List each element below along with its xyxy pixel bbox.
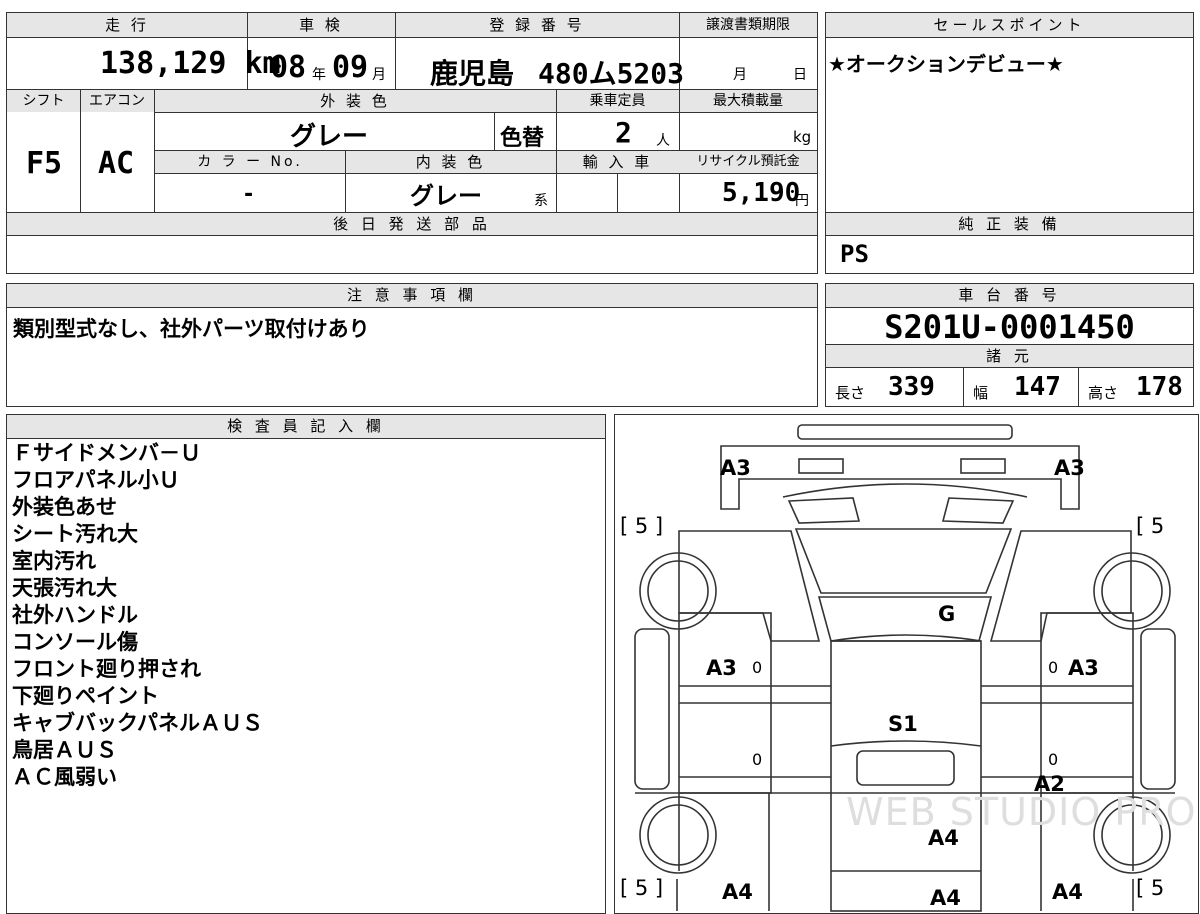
shift-value: F5 (26, 146, 63, 181)
bracket-bottom-right: [ 5 (1136, 876, 1165, 900)
diagram-mark-roof: S1 (888, 712, 918, 736)
diagram-mark-right-side: A2 (1034, 772, 1065, 796)
height-value: 178 (1136, 372, 1183, 402)
list-item: 天張汚れ大 (12, 576, 117, 600)
inspection-month-unit: 月 (372, 67, 386, 83)
inspection-year: 08 (270, 50, 307, 85)
list-item: キャブバックパネルＡＵＳ (12, 711, 263, 735)
sales-point-value: ★オークションデビュー★ (828, 52, 1064, 76)
notes-value: 類別型式なし、社外パーツ取付けあり (13, 317, 370, 341)
height-label: 高さ (1088, 384, 1119, 402)
diagram-mark-zero-r2: 0 (1048, 750, 1059, 769)
diagram-mark-left-door: A3 (706, 656, 737, 680)
max-load-header: 最大積載量 (713, 93, 783, 109)
list-item: 鳥居ＡＵＳ (12, 738, 117, 762)
color-no-header: カ ラ ー No. (197, 154, 303, 170)
inspector-notes-header: 検 査 員 記 入 欄 (227, 417, 385, 435)
aircon-header: エアコン (89, 93, 145, 109)
list-item: 外装色あせ (12, 495, 117, 519)
length-value: 339 (888, 372, 935, 402)
list-item: 室内汚れ (12, 549, 96, 573)
bracket-bottom-left: [ 5 ] (620, 876, 664, 900)
capacity-unit: 人 (656, 133, 670, 149)
transfer-day-unit: 日 (793, 67, 807, 83)
width-value: 147 (1014, 372, 1061, 402)
capacity-value: 2 (615, 116, 632, 149)
registration-region: 鹿児島 (430, 57, 515, 90)
vehicle-diagram-icon (634, 424, 1176, 912)
transfer-deadline-header: 譲渡書類期限 (706, 17, 790, 33)
import-car-header: 輸 入 車 (582, 153, 653, 171)
list-item: フロアパネル小Ｕ (12, 468, 180, 492)
diagram-watermark: WEB STUDIO PRO (846, 790, 1197, 834)
chassis-number-header: 車 台 番 号 (958, 286, 1061, 304)
chassis-number-value: S201U-0001450 (884, 308, 1135, 346)
specs-header: 諸 元 (986, 347, 1033, 365)
color-change-value: 色替 (500, 126, 545, 151)
transfer-month-unit: 月 (733, 67, 747, 83)
diagram-mark-top-right: A3 (1054, 456, 1085, 480)
bracket-top-left: [ 5 ] (620, 514, 664, 538)
diagram-mark-bottom-left: A4 (722, 880, 753, 904)
diagram-mark-windshield: G (938, 602, 956, 626)
mileage-value: 138,129 km (100, 46, 281, 81)
interior-color-suffix: 系 (534, 193, 548, 209)
recycle-fee-unit: 円 (795, 193, 809, 209)
notes-header: 注 意 事 項 欄 (346, 286, 478, 304)
recycle-fee-value: 5,190 (722, 178, 801, 208)
width-label: 幅 (973, 384, 989, 402)
deferred-parts-header: 後 日 発 送 部 品 (333, 215, 491, 233)
inspection-year-unit: 年 (312, 67, 326, 83)
diagram-mark-zero-r1: 0 (1048, 658, 1059, 677)
diagram-mark-bed-bottom: A4 (930, 886, 961, 910)
diagram-mark-right-door: A3 (1068, 656, 1099, 680)
list-item: Ｆサイドメンバ－Ｕ (12, 441, 201, 465)
registration-header: 登 録 番 号 (489, 16, 585, 34)
shift-header: シフト (22, 93, 65, 109)
sales-point-header: セールスポイント (933, 16, 1086, 34)
bracket-top-right: [ 5 (1136, 514, 1165, 538)
exterior-color-header: 外 装 色 (320, 92, 390, 110)
diagram-mark-top-left: A3 (720, 456, 751, 480)
list-item: コンソール傷 (12, 630, 138, 654)
standard-equipment-value: PS (840, 240, 869, 268)
list-item: 下廻りペイント (12, 684, 159, 708)
vehicle-diagram-panel (614, 414, 1199, 914)
exterior-color-value: グレー (290, 122, 369, 152)
mileage-header: 走 行 (105, 16, 149, 34)
registration-number: 480ム5203 (538, 57, 685, 90)
aircon-value: AC (98, 146, 135, 181)
capacity-header: 乗車定員 (589, 93, 646, 109)
interior-color-header: 内 装 色 (415, 153, 486, 171)
diagram-mark-bed-center: A4 (928, 826, 959, 850)
list-item: ＡＣ風弱い (12, 765, 117, 789)
interior-color-value: グレー (410, 182, 482, 210)
inspection-month: 09 (332, 50, 369, 85)
diagram-mark-bottom-right: A4 (1052, 880, 1083, 904)
recycle-fee-header: リサイクル預託金 (696, 154, 800, 169)
standard-equipment-header: 純 正 装 備 (958, 215, 1061, 233)
color-no-value: - (244, 182, 254, 207)
inspector-notes-list: Ｆサイドメンバ－Ｕ フロアパネル小Ｕ 外装色あせ シート汚れ大 室内汚れ 天張汚… (12, 440, 263, 791)
list-item: 社外ハンドル (12, 603, 138, 627)
list-item: フロント廻り押され (12, 657, 201, 681)
diagram-mark-zero-l1: 0 (752, 658, 763, 677)
max-load-unit: kg (793, 128, 812, 146)
length-label: 長さ (835, 384, 866, 402)
list-item: シート汚れ大 (12, 522, 138, 546)
diagram-mark-zero-l2: 0 (752, 750, 763, 769)
inspection-header: 車 検 (299, 16, 343, 34)
